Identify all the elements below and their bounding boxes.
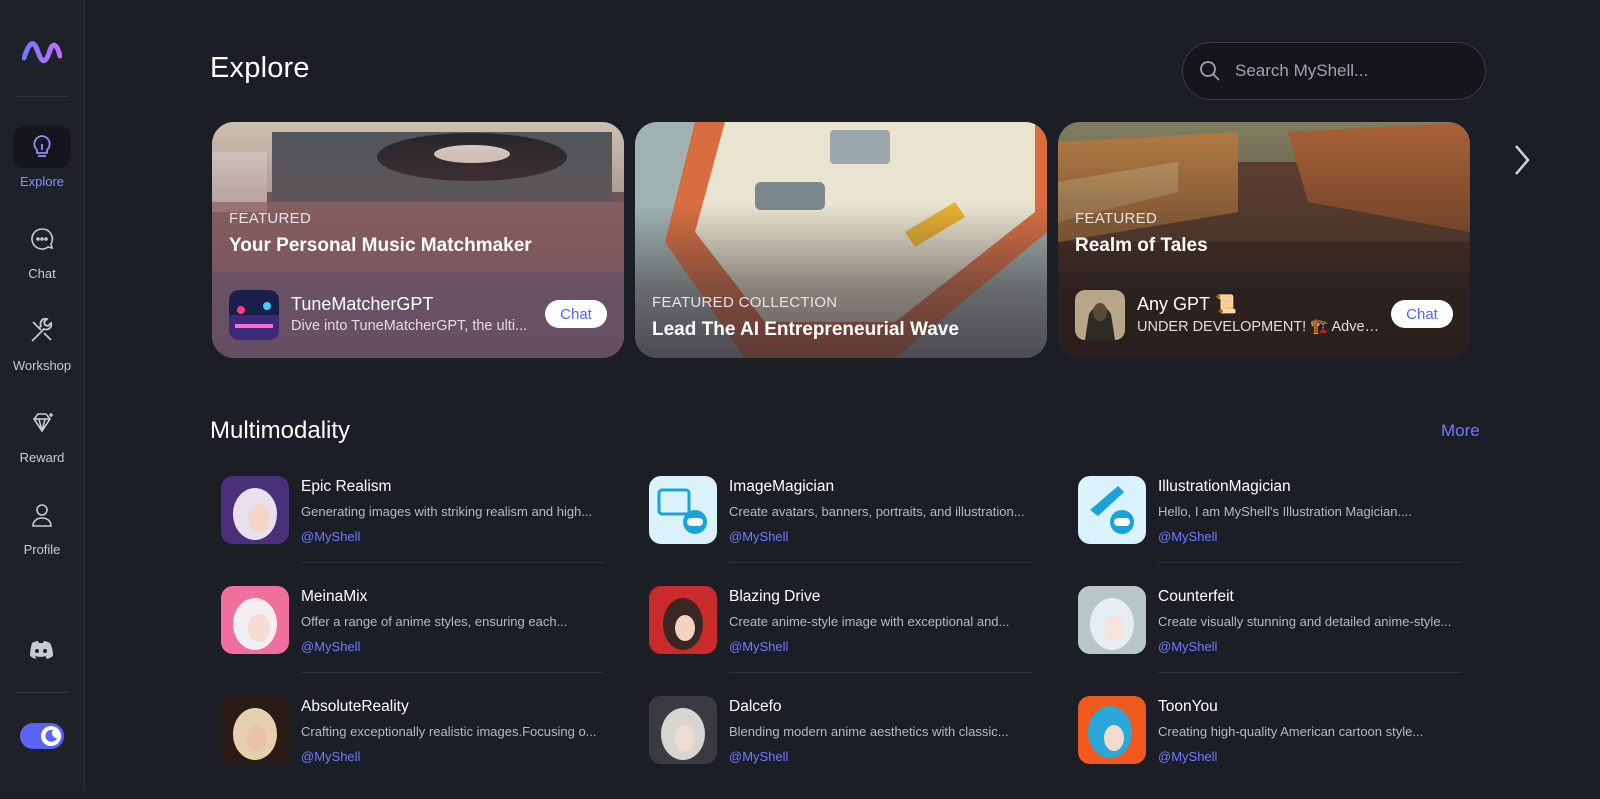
bot-author[interactable]: @MyShell — [729, 529, 788, 544]
bot-avatar — [649, 476, 717, 544]
list-divider — [1158, 562, 1461, 563]
banner-bot-row: TuneMatcherGPT Dive into TuneMatcherGPT,… — [212, 272, 624, 358]
sidebar-item-label: Profile — [23, 542, 61, 557]
bot-author[interactable]: @MyShell — [729, 749, 788, 764]
bot-name: Dalcefo — [729, 698, 782, 715]
chat-button[interactable]: Chat — [545, 300, 607, 328]
bot-description: Blending modern anime aesthetics with cl… — [729, 724, 1009, 739]
bot-description: Crafting exceptionally realistic images.… — [301, 724, 597, 739]
sidebar-item-profile[interactable]: Profile — [0, 494, 84, 557]
bot-author[interactable]: @MyShell — [301, 529, 360, 544]
chat-bubble-icon — [31, 228, 54, 250]
list-divider — [301, 562, 604, 563]
featured-banner-music[interactable]: FEATURED Your Personal Music Matchmaker … — [212, 122, 624, 358]
banner-title: Your Personal Music Matchmaker — [229, 235, 532, 256]
list-item[interactable]: IllustrationMagician Hello, I am MyShell… — [1066, 469, 1461, 579]
banner-bot-row: Any GPT 📜 UNDER DEVELOPMENT! 🏗️ Advent..… — [1058, 272, 1470, 358]
bot-name: IllustrationMagician — [1158, 478, 1291, 495]
bot-description: Offer a range of anime styles, ensuring … — [301, 614, 568, 629]
list-item[interactable]: Dalcefo Blending modern anime aesthetics… — [637, 689, 1032, 799]
bot-name: ToonYou — [1158, 698, 1218, 715]
bot-name: ImageMagician — [729, 478, 835, 495]
list-item[interactable]: ToonYou Creating high-quality American c… — [1066, 689, 1461, 799]
sidebar-item-label: Reward — [19, 450, 65, 465]
bot-thumbnail — [229, 290, 279, 340]
list-divider — [729, 562, 1032, 563]
sidebar-item-label: Chat — [28, 266, 56, 281]
sidebar: Explore Chat Workshop Reward Profile — [0, 0, 85, 791]
bot-thumbnail — [1075, 290, 1125, 340]
myshell-logo-icon[interactable] — [22, 38, 62, 66]
bot-avatar — [221, 476, 289, 544]
bot-description: Create visually stunning and detailed an… — [1158, 614, 1452, 629]
featured-collection-banner[interactable]: FEATURED COLLECTION Lead The AI Entrepre… — [635, 122, 1047, 358]
list-item[interactable]: Counterfeit Create visually stunning and… — [1066, 579, 1461, 689]
bot-author[interactable]: @MyShell — [1158, 639, 1217, 654]
bot-description: Create avatars, banners, portraits, and … — [729, 504, 1025, 519]
moon-icon — [45, 729, 57, 742]
bot-author[interactable]: @MyShell — [301, 749, 360, 764]
banner-tag: FEATURED — [1075, 210, 1158, 227]
bot-name: TuneMatcherGPT — [291, 294, 434, 314]
chat-button[interactable]: Chat — [1391, 300, 1453, 328]
banner-title: Realm of Tales — [1075, 235, 1208, 256]
bot-avatar — [1078, 696, 1146, 764]
bot-author[interactable]: @MyShell — [729, 639, 788, 654]
bot-avatar — [649, 696, 717, 764]
bot-author[interactable]: @MyShell — [301, 639, 360, 654]
search-input[interactable] — [1233, 60, 1457, 82]
bot-name: Counterfeit — [1158, 588, 1234, 605]
chevron-right-icon[interactable] — [1510, 142, 1534, 178]
bot-name: MeinaMix — [301, 588, 368, 605]
bot-description: Creating high-quality American cartoon s… — [1158, 724, 1424, 739]
bot-avatar — [649, 586, 717, 654]
list-item[interactable]: ImageMagician Create avatars, banners, p… — [637, 469, 1032, 579]
page-title: Explore — [210, 52, 310, 84]
bot-avatar — [221, 586, 289, 654]
sidebar-item-label: Workshop — [12, 358, 72, 373]
sidebar-divider — [16, 692, 68, 693]
more-link[interactable]: More — [1441, 421, 1480, 441]
user-icon — [32, 504, 52, 527]
sidebar-item-reward[interactable]: Reward — [0, 402, 84, 465]
bot-author[interactable]: @MyShell — [1158, 749, 1217, 764]
lightbulb-icon — [33, 135, 51, 157]
list-item[interactable]: MeinaMix Offer a range of anime styles, … — [209, 579, 604, 689]
bot-description: UNDER DEVELOPMENT! 🏗️ Advent... — [1137, 319, 1385, 335]
featured-banner-realm[interactable]: FEATURED Realm of Tales Any GPT 📜 UNDER … — [1058, 122, 1470, 358]
bot-name: Epic Realism — [301, 478, 392, 495]
bot-avatar — [1078, 476, 1146, 544]
section-title: Multimodality — [210, 417, 351, 444]
bot-avatar — [221, 696, 289, 764]
list-divider — [301, 672, 604, 673]
list-divider — [1158, 672, 1461, 673]
banner-tag: FEATURED COLLECTION — [652, 294, 838, 311]
list-item[interactable]: Epic Realism Generating images with stri… — [209, 469, 604, 579]
list-divider — [729, 672, 1032, 673]
list-item[interactable]: AbsoluteReality Crafting exceptionally r… — [209, 689, 604, 799]
bot-description: Hello, I am MyShell's Illustration Magic… — [1158, 504, 1412, 519]
bot-name: AbsoluteReality — [301, 698, 409, 715]
search-icon — [1200, 61, 1220, 81]
diamond-icon — [33, 413, 53, 433]
list-item[interactable]: Blazing Drive Create anime-style image w… — [637, 579, 1032, 689]
discord-icon[interactable] — [28, 640, 54, 660]
bot-author[interactable]: @MyShell — [1158, 529, 1217, 544]
bot-description: Create anime-style image with exceptiona… — [729, 614, 1010, 629]
sidebar-item-workshop[interactable]: Workshop — [0, 310, 84, 373]
sidebar-item-chat[interactable]: Chat — [0, 218, 84, 281]
bot-avatar — [1078, 586, 1146, 654]
sidebar-item-explore[interactable]: Explore — [0, 126, 84, 189]
bot-description: Generating images with striking realism … — [301, 504, 593, 519]
search-bar[interactable] — [1182, 42, 1486, 100]
banner-tag: FEATURED — [229, 210, 312, 227]
theme-toggle[interactable] — [20, 723, 64, 749]
bot-description: Dive into TuneMatcherGPT, the ulti... — [291, 318, 528, 334]
bot-name: Blazing Drive — [729, 588, 821, 605]
tools-icon — [31, 318, 53, 342]
banner-title: Lead The AI Entrepreneurial Wave — [652, 319, 959, 340]
sidebar-item-label: Explore — [19, 174, 65, 189]
sidebar-divider — [16, 96, 68, 97]
bot-name: Any GPT 📜 — [1137, 294, 1238, 314]
